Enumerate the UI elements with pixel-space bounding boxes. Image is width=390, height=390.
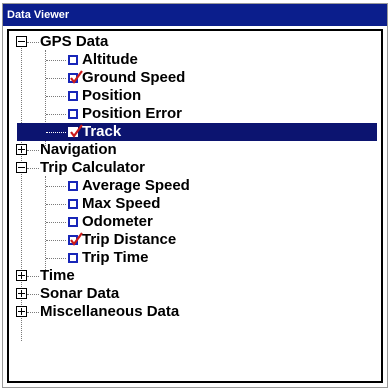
tree-node-label: Time <box>40 267 75 284</box>
tree-item-track[interactable]: Track <box>9 123 381 141</box>
tree-item-trip-time[interactable]: Trip Time <box>9 249 381 267</box>
tree-item-max-speed[interactable]: Max Speed <box>9 195 381 213</box>
tree-panel[interactable]: GPS Data Altitude Ground Speed Position <box>7 29 383 383</box>
tree-item-trip-distance[interactable]: Trip Distance <box>9 231 381 249</box>
expand-icon[interactable] <box>16 306 27 317</box>
data-viewer-window: Data Viewer GPS Data Altitude Ground Spe… <box>2 3 388 388</box>
tree-item-label: Max Speed <box>82 195 161 212</box>
tree-item-label: Track <box>82 123 122 140</box>
checkbox[interactable] <box>68 217 78 227</box>
tree-item-position-error[interactable]: Position Error <box>9 105 381 123</box>
tree-item-altitude[interactable]: Altitude <box>9 51 381 69</box>
checkbox[interactable] <box>68 55 78 65</box>
tree-item-label: Position <box>82 87 142 104</box>
tree-node-label: GPS Data <box>40 33 109 50</box>
tree-node-label: Navigation <box>40 141 117 158</box>
tree-item-label: Position Error <box>82 105 183 122</box>
tree-item-label: Trip Time <box>82 249 149 266</box>
tree-node-gps-data[interactable]: GPS Data <box>9 33 381 51</box>
checkbox-checked[interactable] <box>68 124 83 138</box>
tree-item-position[interactable]: Position <box>9 87 381 105</box>
tree-item-odometer[interactable]: Odometer <box>9 213 381 231</box>
checkbox-checked[interactable] <box>68 70 83 84</box>
tree-node-label: Sonar Data <box>40 285 120 302</box>
window-title: Data Viewer <box>3 4 387 26</box>
expand-icon[interactable] <box>16 270 27 281</box>
checkbox[interactable] <box>68 91 78 101</box>
checkbox[interactable] <box>68 181 78 191</box>
checkbox-checked[interactable] <box>68 232 83 246</box>
expand-icon[interactable] <box>16 144 27 155</box>
tree-node-label: Miscellaneous Data <box>40 303 180 320</box>
checkbox[interactable] <box>68 253 78 263</box>
tree-item-label: Average Speed <box>82 177 190 194</box>
collapse-icon[interactable] <box>16 162 27 173</box>
tree-item-label: Altitude <box>82 51 138 68</box>
tree-item-average-speed[interactable]: Average Speed <box>9 177 381 195</box>
tree-node-navigation[interactable]: Navigation <box>9 141 381 159</box>
tree-item-label: Odometer <box>82 213 153 230</box>
tree-item-ground-speed[interactable]: Ground Speed <box>9 69 381 87</box>
checkbox[interactable] <box>68 199 78 209</box>
tree-item-label: Ground Speed <box>82 69 186 86</box>
tree-node-time[interactable]: Time <box>9 267 381 285</box>
collapse-icon[interactable] <box>16 36 27 47</box>
tree-item-label: Trip Distance <box>82 231 177 248</box>
expand-icon[interactable] <box>16 288 27 299</box>
tree-node-trip-calculator[interactable]: Trip Calculator <box>9 159 381 177</box>
tree-node-miscellaneous-data[interactable]: Miscellaneous Data <box>9 303 381 321</box>
checkbox[interactable] <box>68 109 78 119</box>
tree-node-label: Trip Calculator <box>40 159 146 176</box>
tree-node-sonar-data[interactable]: Sonar Data <box>9 285 381 303</box>
